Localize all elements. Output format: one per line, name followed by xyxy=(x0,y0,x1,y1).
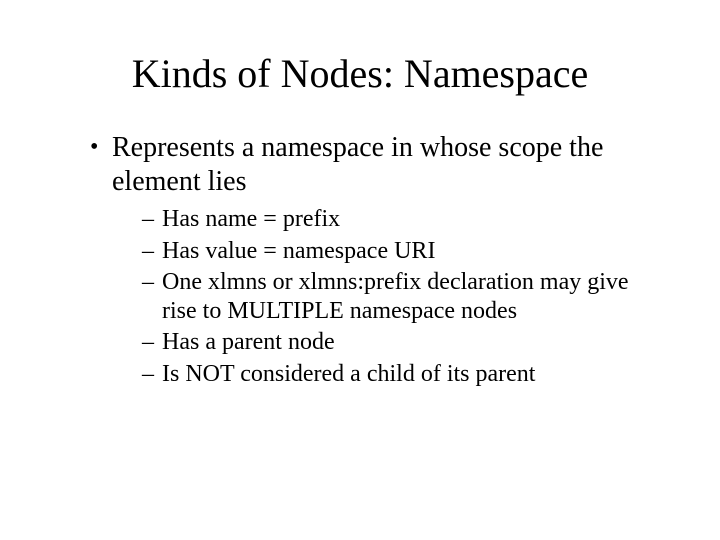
sub-list-item: Has name = prefix xyxy=(142,205,660,234)
list-item: Represents a namespace in whose scope th… xyxy=(90,131,660,389)
slide: Kinds of Nodes: Namespace Represents a n… xyxy=(0,0,720,540)
sub-list-item: Has value = namespace URI xyxy=(142,237,660,266)
sub-list-item: One xlmns or xlmns:prefix declaration ma… xyxy=(142,268,660,327)
sub-list-item-text: Has name = prefix xyxy=(162,206,340,232)
sub-list-item-text: One xlmns or xlmns:prefix declaration ma… xyxy=(162,269,629,324)
sub-list-item-text: Has value = namespace URI xyxy=(162,238,435,264)
sub-list: Has name = prefix Has value = namespace … xyxy=(112,205,660,389)
sub-list-item-text: Has a parent node xyxy=(162,329,335,355)
sub-list-item-text: Is NOT considered a child of its parent xyxy=(162,361,535,387)
list-item-text: Represents a namespace in whose scope th… xyxy=(112,132,603,197)
bullet-list: Represents a namespace in whose scope th… xyxy=(60,131,660,389)
sub-list-item: Is NOT considered a child of its parent xyxy=(142,360,660,389)
sub-list-item: Has a parent node xyxy=(142,328,660,357)
slide-title: Kinds of Nodes: Namespace xyxy=(60,50,660,97)
